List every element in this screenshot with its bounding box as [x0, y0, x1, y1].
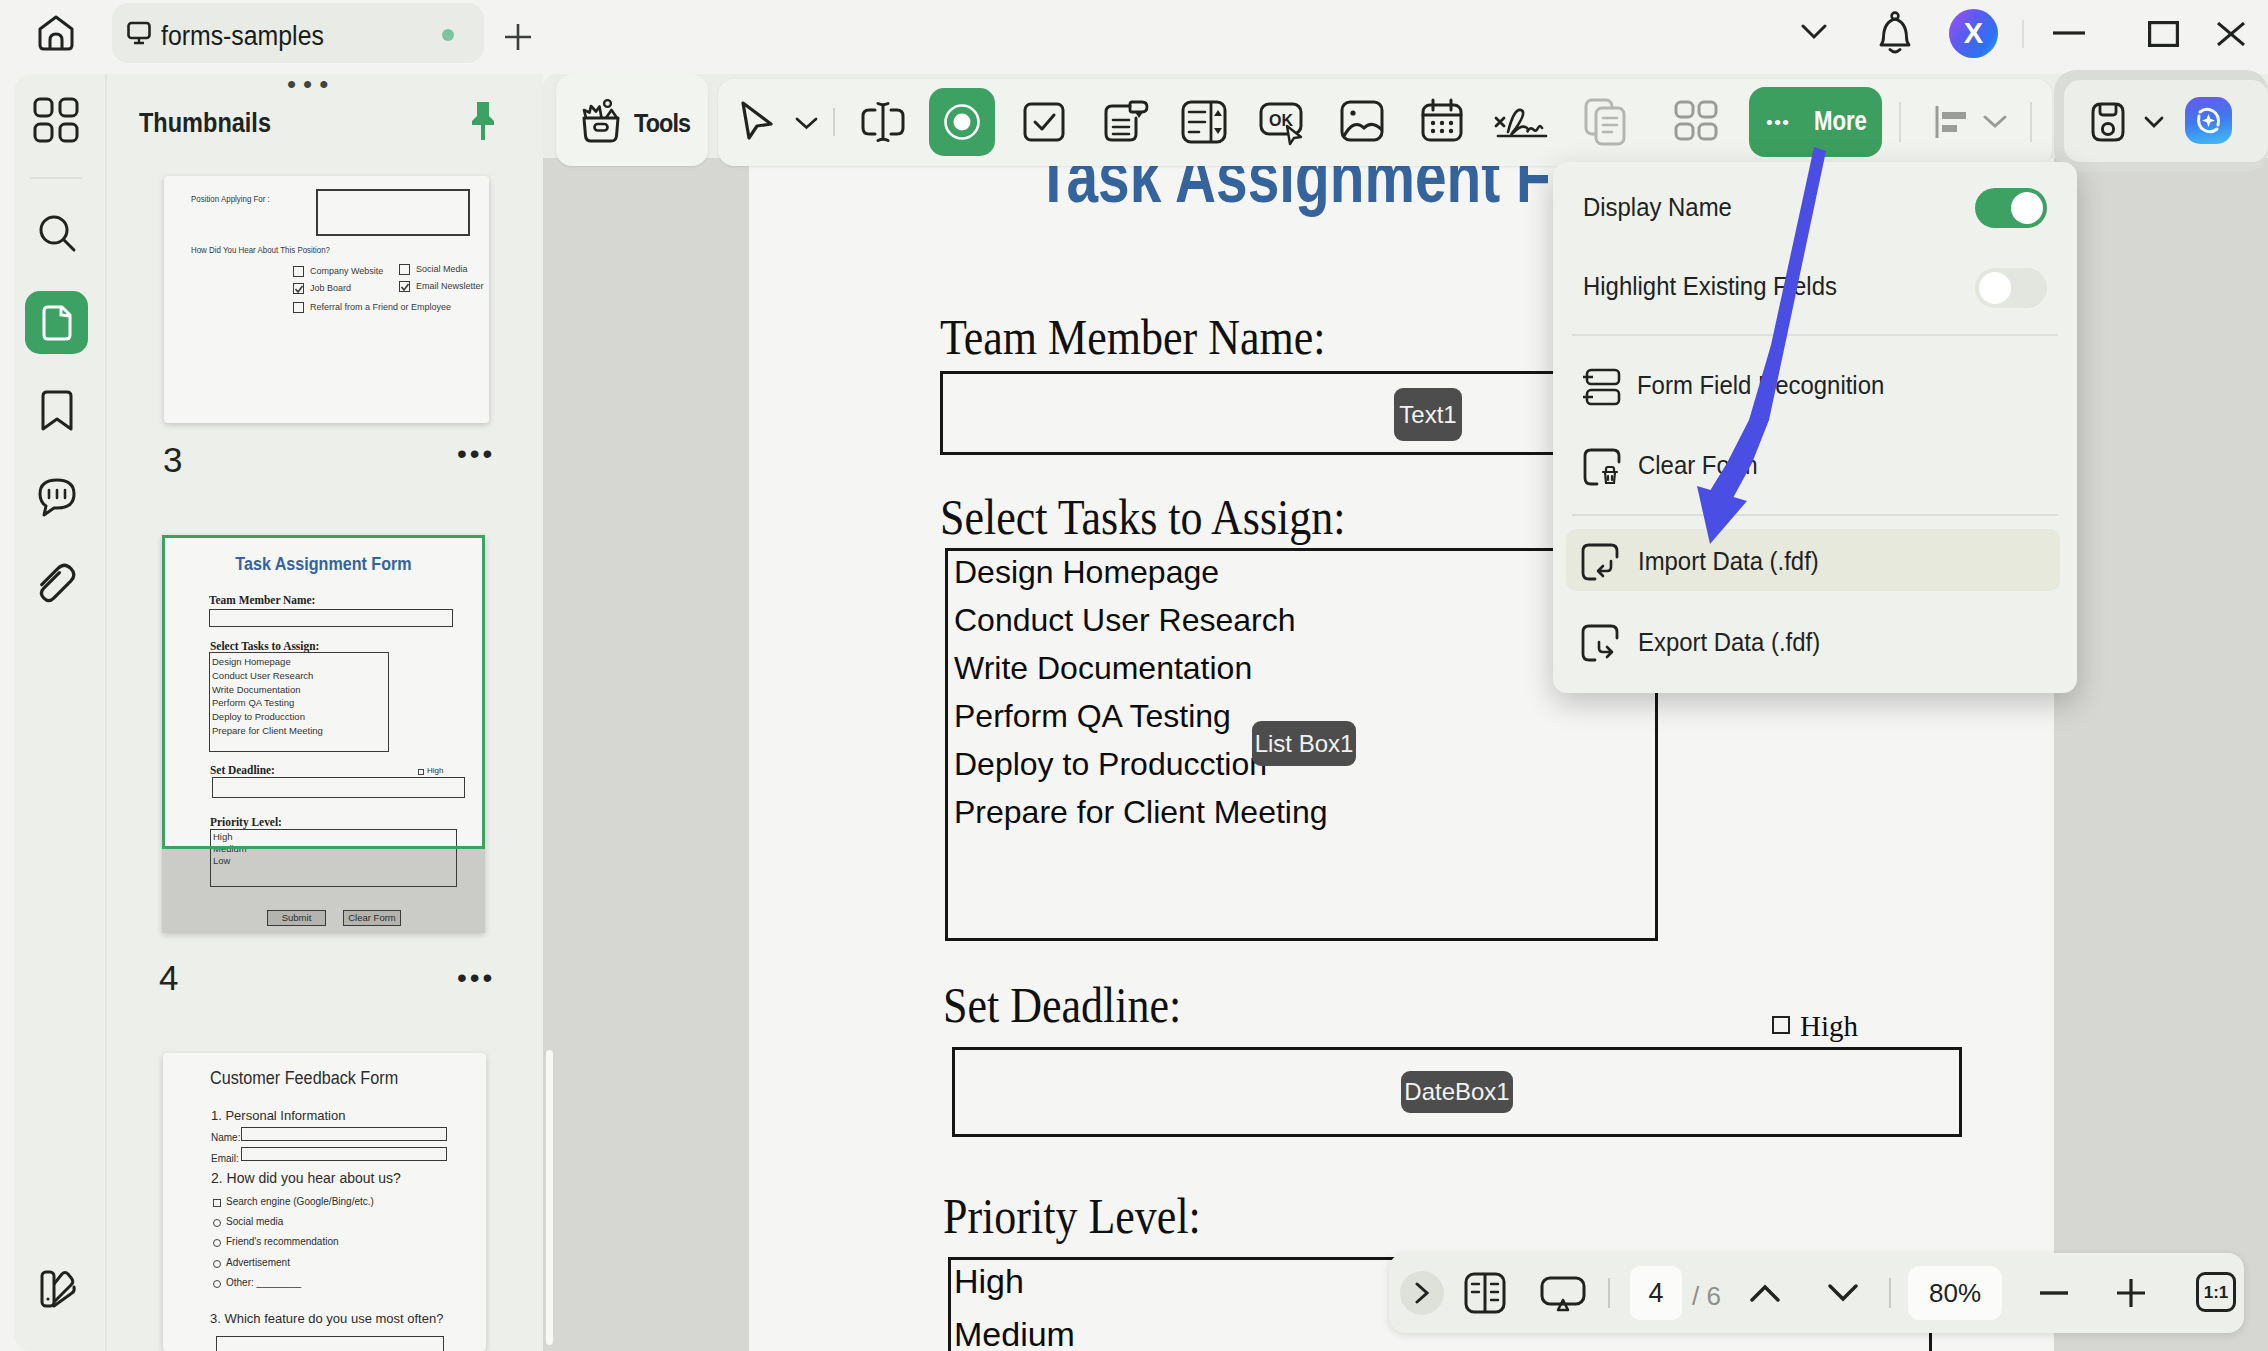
- svg-text:OK: OK: [1269, 112, 1293, 129]
